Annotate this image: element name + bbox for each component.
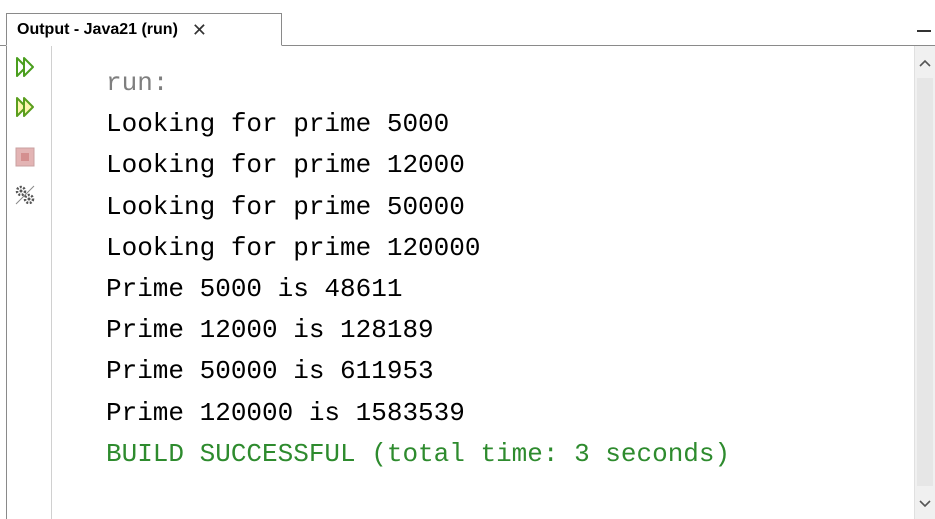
scroll-up-icon[interactable] [915, 50, 935, 76]
console-line: Prime 5000 is 48611 [106, 274, 403, 304]
stop-icon[interactable] [12, 144, 38, 170]
output-toolbar [6, 46, 52, 519]
console-line: Looking for prime 5000 [106, 109, 450, 139]
vertical-scrollbar[interactable] [914, 46, 935, 519]
close-icon[interactable]: ✕ [192, 21, 207, 39]
tab-title: Output - Java21 (run) [17, 20, 178, 38]
console-line: Looking for prime 50000 [106, 192, 465, 222]
build-status-line: BUILD SUCCESSFUL (total time: 3 seconds) [106, 439, 731, 469]
tab-bar: Output - Java21 (run) ✕ [0, 0, 935, 46]
console-line: Prime 50000 is 611953 [106, 356, 434, 386]
rerun-with-params-icon[interactable] [12, 94, 38, 120]
console-line: Looking for prime 120000 [106, 233, 481, 263]
console-line: Prime 120000 is 1583539 [106, 398, 465, 428]
output-window: Output - Java21 (run) ✕ run: Looking for… [0, 0, 935, 519]
output-tab[interactable]: Output - Java21 (run) ✕ [6, 13, 282, 46]
console-output[interactable]: run: Looking for prime 5000 Looking for … [52, 46, 914, 519]
minimize-icon[interactable] [917, 30, 931, 32]
rerun-icon[interactable] [12, 54, 38, 80]
scroll-track[interactable] [917, 78, 933, 486]
settings-icon[interactable] [12, 182, 38, 208]
console-line: run: [106, 68, 169, 98]
console-line: Looking for prime 12000 [106, 150, 465, 180]
scroll-down-icon[interactable] [915, 491, 935, 517]
console-line: Prime 12000 is 128189 [106, 315, 434, 345]
